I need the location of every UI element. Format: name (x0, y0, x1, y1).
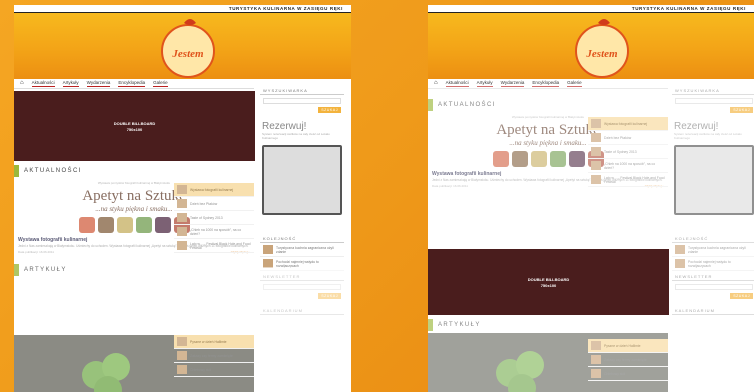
svg-text:Jestem: Jestem (585, 48, 618, 60)
billboard-ad[interactable]: DOUBLE BILLBOARD 750x100 (14, 91, 255, 161)
reservation-screenshot (262, 145, 342, 215)
fade-overlay (254, 267, 351, 392)
search-input[interactable] (263, 98, 341, 104)
billboard-label: DOUBLE BILLBOARD (527, 276, 570, 282)
fade-overlay (428, 85, 754, 392)
nav-item-encyclopedia[interactable]: Encyklopedia (118, 80, 146, 87)
nav-item-articles[interactable]: Artykuły (62, 80, 79, 87)
logo-icon[interactable]: Jestem (570, 17, 634, 79)
section-title-news: AKTUALNOŚCI (14, 165, 254, 177)
fade-overlay (14, 183, 254, 392)
site-header: Jestem (428, 13, 754, 79)
search-button[interactable]: SZUKAJ (318, 107, 341, 113)
reservation-title[interactable]: Rezerwuj! (260, 113, 344, 132)
site-tagline: TURYSTYKA KULINARNA W ZASIĘGU RĘKI (428, 5, 754, 13)
site-header: Jestem (14, 13, 351, 79)
page-preview-right: TURYSTYKA KULINARNA W ZASIĘGU RĘKI Jeste… (428, 5, 754, 392)
list-item[interactable]: Turystyczna kuchnia zagraniczna ożyli zd… (260, 243, 344, 257)
home-icon[interactable]: ⌂ (20, 80, 24, 87)
billboard-ad[interactable]: DOUBLE BILLBOARD 750x100 (428, 249, 669, 315)
page-preview-left: TURYSTYKA KULINARNA W ZASIĘGU RĘKI Jeste… (14, 5, 351, 392)
site-tagline: TURYSTYKA KULINARNA W ZASIĘGU RĘKI (14, 5, 351, 13)
billboard-size: 750x100 (126, 126, 143, 132)
main-nav: ⌂ Aktualności Artykuły Wydarzenia Encykl… (14, 79, 254, 89)
billboard-label: DOUBLE BILLBOARD (113, 120, 156, 126)
logo-icon[interactable]: Jestem (156, 17, 220, 79)
svg-text:Jestem: Jestem (171, 48, 204, 60)
reservation-subtitle: System rezerwacji stolików na cały zieść… (262, 132, 330, 140)
box2-title: KOLEJNOŚĆ (260, 233, 344, 243)
billboard-size: 750x100 (540, 282, 557, 288)
nav-item-galleries[interactable]: Galerie (153, 80, 168, 87)
nav-item-news[interactable]: Aktualności (31, 80, 55, 87)
search-title: WYSZUKIWARKA (260, 85, 344, 95)
thumb-image (263, 245, 273, 254)
nav-item-events[interactable]: Wydarzenia (86, 80, 111, 87)
